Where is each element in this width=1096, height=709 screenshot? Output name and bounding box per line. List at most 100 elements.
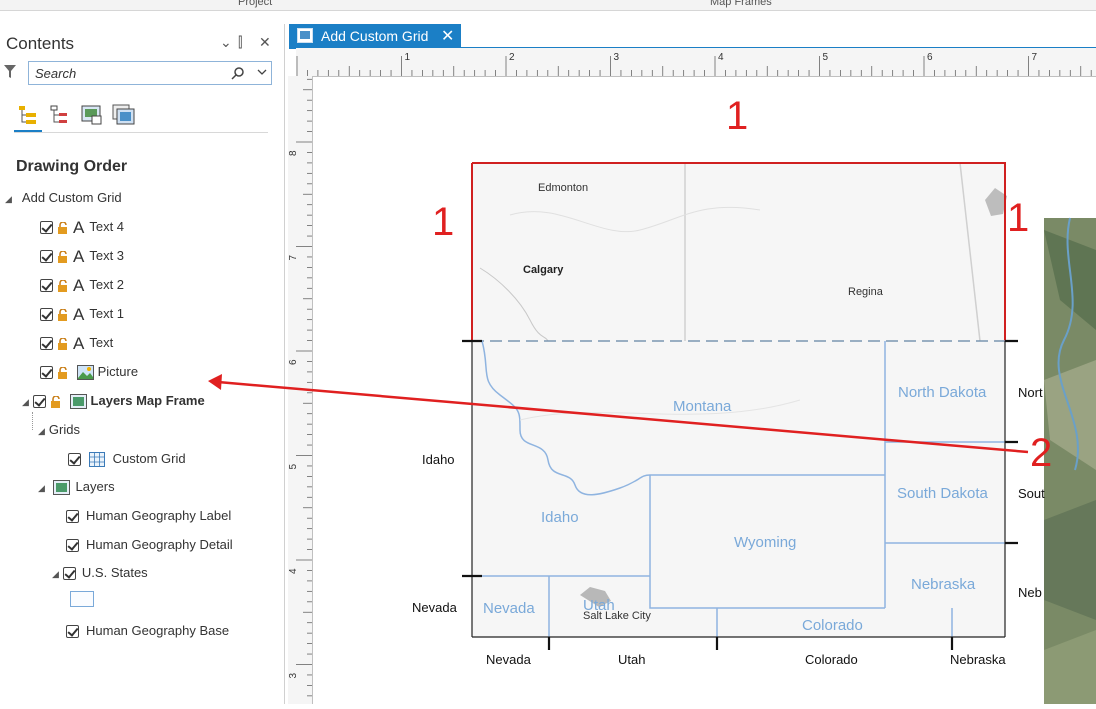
tree-item-add-custom-grid[interactable]: ◢ Add Custom Grid bbox=[5, 187, 122, 209]
vertical-ruler[interactable]: 8 7 6 5 4 3 bbox=[288, 76, 313, 704]
state-symbol-swatch[interactable] bbox=[70, 591, 94, 607]
tree-item-grids[interactable]: ◢ Grids bbox=[38, 419, 80, 441]
tree-item-human-geography-label[interactable]: Human Geography Label bbox=[66, 505, 231, 527]
chevron-down-icon[interactable] bbox=[257, 69, 267, 77]
grid-label-bottom-nebraska: Nebraska bbox=[950, 652, 1006, 667]
grid-label-right-neb: Neb bbox=[1018, 585, 1042, 600]
checkbox[interactable] bbox=[40, 308, 53, 322]
lock-icon[interactable] bbox=[57, 337, 69, 350]
tree-item-text-3[interactable]: A Text 3 bbox=[40, 245, 124, 267]
city-label-calgary: Calgary bbox=[523, 264, 564, 276]
state-label-colorado: Colorado bbox=[802, 617, 863, 634]
state-label-north-dakota: North Dakota bbox=[898, 384, 987, 401]
search-icon[interactable] bbox=[231, 66, 245, 80]
contents-title: Contents bbox=[6, 34, 75, 53]
checkbox[interactable] bbox=[40, 279, 53, 293]
ruler-number: 3 bbox=[288, 673, 299, 679]
grid-label-bottom-nevada: Nevada bbox=[486, 652, 531, 667]
picture-icon bbox=[76, 365, 94, 381]
checkbox[interactable] bbox=[32, 395, 46, 409]
ruler-number: 5 bbox=[288, 464, 299, 470]
ribbon-strip: Project Map Frames bbox=[0, 0, 1096, 11]
ruler-number: 2 bbox=[509, 52, 515, 63]
checkbox[interactable] bbox=[66, 539, 79, 553]
grid-label-right-north: Nort bbox=[1018, 385, 1043, 400]
list-by-source-icon[interactable] bbox=[48, 104, 72, 126]
checkbox[interactable] bbox=[62, 567, 76, 581]
ribbon-group-map-frames[interactable]: Map Frames bbox=[710, 0, 772, 8]
tree-item-text[interactable]: A Text bbox=[40, 332, 113, 354]
tree-item-text-1[interactable]: A Text 1 bbox=[40, 303, 124, 325]
tree-item-picture[interactable]: Picture bbox=[40, 361, 138, 383]
city-label-edmonton: Edmonton bbox=[538, 182, 589, 194]
search-placeholder: Search bbox=[35, 66, 77, 81]
state-label-wyoming: Wyoming bbox=[734, 534, 797, 551]
lock-icon[interactable] bbox=[57, 221, 69, 234]
ruler-number: 3 bbox=[614, 52, 620, 63]
lock-icon[interactable] bbox=[57, 250, 69, 263]
tab-add-custom-grid[interactable]: Add Custom Grid ✕ bbox=[289, 24, 461, 48]
list-by-drawing-order-icon[interactable] bbox=[16, 104, 40, 126]
divider bbox=[14, 132, 268, 133]
ruler-number: 8 bbox=[288, 150, 299, 156]
tree-item-us-states[interactable]: ◢ U.S. States bbox=[52, 562, 148, 584]
ruler-number: 6 bbox=[927, 52, 933, 63]
layout-icon bbox=[297, 28, 313, 43]
lock-icon[interactable] bbox=[57, 366, 69, 379]
ruler-number: 4 bbox=[288, 568, 299, 574]
expand-triangle-icon[interactable]: ◢ bbox=[38, 420, 45, 442]
section-title: Drawing Order bbox=[16, 158, 128, 175]
tree-item-custom-grid[interactable]: Custom Grid bbox=[68, 448, 186, 470]
tree-connector bbox=[32, 412, 34, 430]
text-icon: A bbox=[73, 333, 85, 353]
list-by-snapping-icon[interactable] bbox=[112, 104, 136, 126]
text-icon: A bbox=[73, 217, 85, 237]
search-input[interactable]: Search bbox=[28, 61, 272, 85]
expand-triangle-icon[interactable]: ◢ bbox=[5, 188, 12, 210]
vertical-ruler-ticks: 8 7 6 5 4 3 bbox=[288, 78, 312, 697]
text-icon: A bbox=[73, 275, 85, 295]
state-label-utah: Utah bbox=[583, 597, 615, 614]
tree-item-human-geography-base[interactable]: Human Geography Base bbox=[66, 620, 229, 642]
annotation-label-2: 2 bbox=[1030, 431, 1053, 475]
text-icon: A bbox=[73, 304, 85, 324]
ruler-number: 7 bbox=[288, 255, 299, 261]
filter-icon[interactable] bbox=[3, 64, 17, 80]
close-icon[interactable]: ✕ bbox=[259, 34, 271, 51]
checkbox[interactable] bbox=[40, 221, 53, 235]
tree-item-human-geography-detail[interactable]: Human Geography Detail bbox=[66, 534, 233, 556]
chevron-down-icon[interactable]: ⌄ bbox=[220, 34, 232, 51]
list-by-selection-icon[interactable] bbox=[80, 104, 104, 126]
expand-triangle-icon[interactable]: ◢ bbox=[52, 563, 59, 585]
pin-icon[interactable]: ⫿ bbox=[238, 34, 242, 51]
tab-close-icon[interactable]: ✕ bbox=[441, 26, 454, 46]
lock-icon[interactable] bbox=[57, 308, 69, 321]
tree-item-text-2[interactable]: A Text 2 bbox=[40, 274, 124, 296]
lock-icon[interactable] bbox=[57, 279, 69, 292]
state-label-nebraska: Nebraska bbox=[911, 576, 976, 593]
state-label-nevada: Nevada bbox=[483, 600, 535, 617]
ruler-number: 6 bbox=[288, 359, 299, 365]
checkbox[interactable] bbox=[68, 453, 81, 467]
text-icon: A bbox=[73, 246, 85, 266]
state-label-idaho: Idaho bbox=[541, 509, 579, 526]
city-label-regina: Regina bbox=[848, 286, 883, 298]
state-label-south-dakota: South Dakota bbox=[897, 485, 988, 502]
tree-item-text-4[interactable]: A Text 4 bbox=[40, 216, 124, 238]
ruler-number: 4 bbox=[718, 52, 724, 63]
checkbox[interactable] bbox=[66, 625, 79, 639]
ribbon-group-project[interactable]: Project bbox=[238, 0, 272, 8]
map-icon bbox=[52, 480, 70, 496]
checkbox[interactable] bbox=[66, 510, 79, 524]
checkbox[interactable] bbox=[40, 366, 53, 380]
tree-item-layers[interactable]: ◢ Layers bbox=[38, 476, 115, 498]
horizontal-ruler[interactable]: 1 2 3 4 5 6 7 bbox=[296, 48, 1096, 77]
tree-item-layers-map-frame[interactable]: ◢ Layers Map Frame bbox=[22, 390, 205, 412]
expand-triangle-icon[interactable]: ◢ bbox=[38, 477, 45, 499]
lock-icon[interactable] bbox=[50, 395, 62, 408]
expand-triangle-icon[interactable]: ◢ bbox=[22, 391, 29, 413]
checkbox[interactable] bbox=[40, 337, 53, 351]
annotation-label-1-top: 1 bbox=[726, 94, 749, 138]
ruler-number: 1 bbox=[405, 52, 411, 63]
checkbox[interactable] bbox=[40, 250, 53, 264]
